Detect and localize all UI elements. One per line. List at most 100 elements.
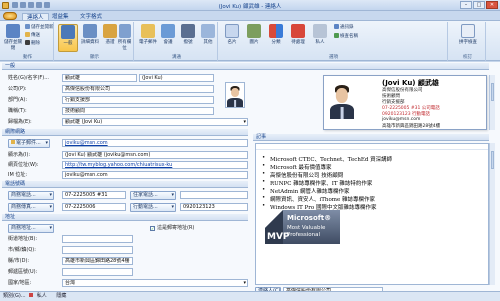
group-communicate: 電子郵件 會議 撥號 其他 溝通 [136,22,218,61]
ribbon: 儲存並關閉 儲存並開新 傳送 刪除 動作 一般 詳細資料 憑證 所有欄位 顯示 … [0,20,500,61]
details-icon [83,24,97,38]
picture-icon [247,24,261,38]
email-field[interactable]: joviku@msn.com [62,139,248,147]
company-field[interactable]: 高傑信股份有限公司 [62,85,214,93]
more-button[interactable]: 其他 [198,24,218,52]
section-notes: 記事 [253,134,489,141]
phone1-field[interactable]: 07-2225005 #31 [62,191,126,199]
notes-toolbar [256,144,488,150]
spelling-icon [461,24,475,38]
notes-scrollbar[interactable] [489,143,495,285]
mvp-brand: Microsoft® [287,214,331,222]
webpage-label: 網頁位址(W): [8,162,39,168]
state-field[interactable]: 高雄市新興區錦田路28號4樓 [62,257,133,265]
group-label-show: 顯示 [90,55,99,60]
contact-photo[interactable] [225,82,245,108]
call-button[interactable]: 撥號 [178,24,198,52]
delete-icon [25,40,30,45]
zip-field[interactable] [62,268,133,276]
save-close-icon [6,24,20,38]
details-button[interactable]: 詳細資料 [80,24,100,52]
fullname-label: 姓名(G)/名字(F)... [8,75,50,81]
phone4-dropdown-button[interactable]: 行動電話... [130,203,176,212]
card-email: joviku@msn.com [382,117,421,122]
picture-button[interactable]: 圖片 [244,24,264,52]
address-dropdown-button[interactable]: 商務地址... [8,224,54,233]
business-card-icon [225,24,239,38]
spelling-button[interactable]: 拼字檢查 [456,24,480,52]
phone3-dropdown-button[interactable]: 商務傳真... [8,203,54,212]
webpage-field[interactable]: http://tw.myblog.yahoo.com/chiuatrisux-k… [62,161,248,169]
group-label-options: 選項 [329,55,338,60]
checkbox-checked-icon: ✓ [150,226,155,231]
business-card-preview[interactable]: (Jovi Ku) 顧武雄 高傑信股份有限公司 技術顧問 行銷支援部 07-22… [323,75,487,130]
card-scrollbar[interactable] [489,75,495,130]
im-field[interactable]: joviku@msn.com [62,171,248,179]
displayas-field[interactable]: (Jovi Ku) 顧武雄 (joviku@msn.com) [62,151,248,159]
section-address: 地址 [2,214,248,221]
email-button[interactable]: 電子郵件 [138,24,158,52]
private-button[interactable]: 私人 [310,24,330,52]
note-item: 網際資訊、資安人、iThome 雜誌專欄作家 [262,195,375,203]
section-internet: 網際網路 [2,129,248,136]
card-photo [328,79,356,119]
country-select[interactable]: 台灣 [62,279,248,287]
mvp-logo: MVP Microsoft® Most Valuable Professiona… [265,210,340,244]
delete-button[interactable]: 刪除 [25,40,40,47]
street-label: 街道地址(B): [8,236,38,242]
phone3-field[interactable]: 07-2225006 [62,203,126,211]
fileas-select[interactable]: 顧武雄 (Jovi Ku) [62,118,248,126]
meeting-icon [161,24,175,38]
note-item: Microsoft 最有價值專家 [262,163,331,171]
phone1-dropdown-button[interactable]: 商務電話... [8,191,54,200]
check-names-icon [334,33,339,38]
note-item: NetAdmin 網管人雜誌專欄作家 [262,187,350,195]
send-icon [25,32,30,37]
categorize-button[interactable]: 分類 [266,24,286,52]
flag-icon [291,24,305,38]
save-close-button[interactable]: 儲存並關閉 [3,24,23,52]
send-button[interactable]: 傳送 [25,32,40,39]
phone4-field[interactable]: 0920123123 [180,203,248,211]
group-proofing: 拼字檢查 校訂 [450,22,486,61]
street-field[interactable] [62,235,133,243]
close-button[interactable]: ✕ [486,1,498,9]
meeting-button[interactable]: 會議 [158,24,178,52]
jobtitle-label: 職稱(T): [8,108,27,114]
minimize-button[interactable]: – [460,1,472,9]
certificates-icon [103,24,117,38]
card-address: 高雄市新興區錦田路28號4樓 [382,124,441,129]
address-book-icon [334,24,339,29]
group-options: 名片 圖片 分類 待處理 私人 通訊錄 檢查名稱 選項 [220,22,448,61]
check-names-button[interactable]: 檢查名稱 [334,33,358,40]
maximize-button[interactable]: □ [473,1,485,9]
phone2-field[interactable] [180,191,248,199]
all-fields-button[interactable]: 所有欄位 [116,24,133,52]
department-field[interactable]: 行銷支援部 [62,96,214,104]
business-card-button[interactable]: 名片 [222,24,242,52]
address-book-button[interactable]: 通訊錄 [334,24,354,31]
note-item: 高傑信股份有限公司 技術顧問 [262,171,343,179]
follow-up-button[interactable]: 待處理 [288,24,308,52]
jobtitle-field[interactable]: 技術顧問 [62,107,214,115]
city-field[interactable] [62,246,133,254]
save-new-button[interactable]: 儲存並開新 [25,24,54,31]
general-button[interactable]: 一般 [58,24,78,52]
categories-label[interactable]: 類別(G)... [3,293,26,299]
email-dropdown-button[interactable]: 電子郵件... [8,139,50,148]
lock-icon [313,24,327,38]
country-label: 國家/地區: [8,280,32,286]
nickname-field[interactable]: (Jovi Ku) [139,74,214,82]
section-general: 一般 [2,63,489,70]
phone2-dropdown-button[interactable]: 住家電話... [130,191,176,200]
categorize-icon [269,24,283,38]
window-titlebar: (Jovi Ku) 顧武雄 - 連絡人 – □ ✕ [0,0,500,11]
category-color-icon [29,293,34,297]
group-label-proofing: 校訂 [463,55,472,60]
fullname-field[interactable]: 顧武雄 [62,74,137,82]
email-envelope-icon [11,140,15,144]
office-button-icon[interactable] [3,12,17,20]
section-phone: 電話號碼 [2,181,248,188]
displayas-label: 顯示為(I): [8,152,31,158]
mailing-address-checkbox[interactable]: ✓ 這是郵寄地址(R) [150,224,194,232]
